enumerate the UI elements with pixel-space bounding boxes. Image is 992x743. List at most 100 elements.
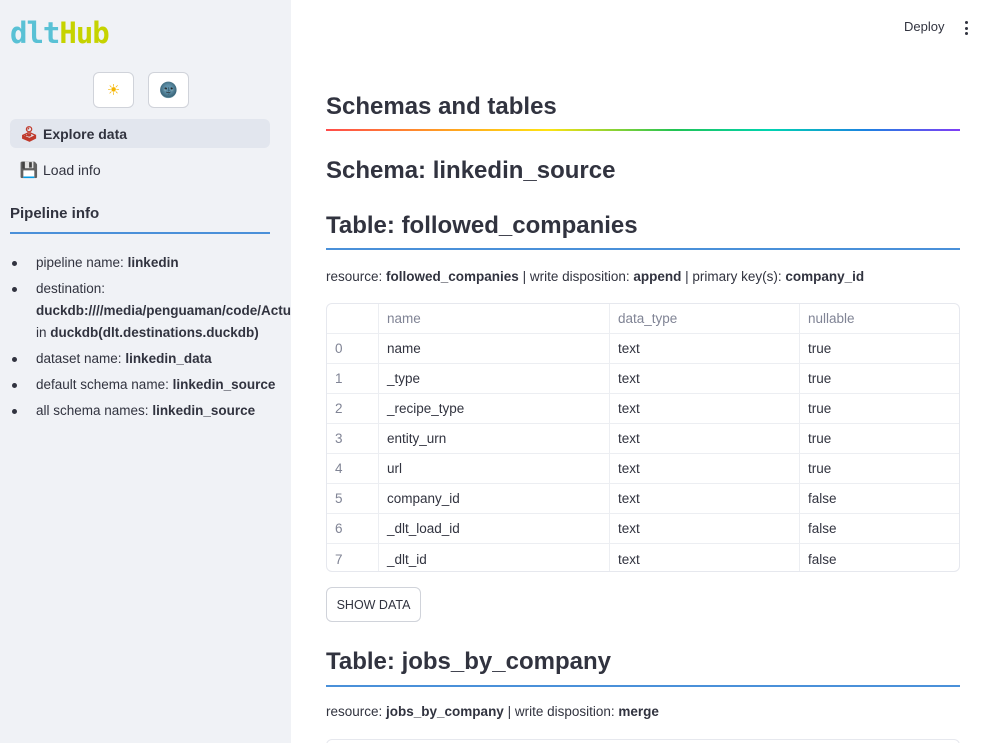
page-title: Schemas and tables: [326, 93, 557, 120]
table2-heading: Table: jobs_by_company: [326, 648, 611, 675]
row-nullable[interactable]: true: [800, 424, 959, 453]
dataset-name-label: dataset name:: [36, 351, 126, 366]
table1-meta: resource: followed_companies | write dis…: [326, 269, 864, 284]
grid-header-index[interactable]: [327, 304, 379, 333]
grid-header-name[interactable]: name: [379, 304, 610, 333]
light-mode-icon: ☀: [106, 81, 121, 99]
destination-module: duckdb(dlt.destinations.duckdb): [50, 325, 259, 340]
show-data-button[interactable]: SHOW DATA: [326, 587, 421, 622]
nav-explore-data[interactable]: 🕹 Explore data: [10, 119, 270, 148]
row-name[interactable]: company_id: [379, 484, 610, 513]
table-row: 3 entity_urn text true: [327, 424, 959, 454]
row-data-type[interactable]: text: [610, 484, 800, 513]
sidebar: dlt Hub ☀ 🌚 🕹 Explore data 💾 Load info P…: [0, 0, 291, 743]
row-data-type[interactable]: text: [610, 364, 800, 393]
row-data-type[interactable]: text: [610, 334, 800, 363]
destination-in-label: in: [36, 325, 51, 340]
table2-schema-grid[interactable]: [326, 739, 960, 743]
title-divider: [326, 129, 960, 131]
row-name[interactable]: _dlt_load_id: [379, 514, 610, 543]
row-name[interactable]: entity_urn: [379, 424, 610, 453]
table1-resource: followed_companies: [386, 269, 519, 284]
row-name[interactable]: url: [379, 454, 610, 483]
row-nullable[interactable]: true: [800, 394, 959, 423]
row-data-type[interactable]: text: [610, 514, 800, 543]
table-row: 6 _dlt_load_id text false: [327, 514, 959, 544]
light-mode-button[interactable]: ☀: [93, 72, 134, 108]
table1-divider: [326, 248, 960, 250]
dark-mode-icon: 🌚: [159, 81, 178, 99]
row-nullable[interactable]: false: [800, 484, 959, 513]
default-schema-label: default schema name:: [36, 377, 173, 392]
row-name[interactable]: name: [379, 334, 610, 363]
default-schema-item: default schema name: linkedin_source: [10, 374, 291, 396]
logo-part-hub: Hub: [59, 16, 109, 50]
grid-header-data-type[interactable]: data_type: [610, 304, 800, 333]
all-schema-label: all schema names:: [36, 403, 153, 418]
row-name[interactable]: _type: [379, 364, 610, 393]
table1-sep2: | primary key(s):: [681, 269, 786, 284]
destination-label: destination:: [36, 281, 106, 296]
main-menu-icon[interactable]: [960, 19, 972, 37]
default-schema-value: linkedin_source: [172, 377, 276, 392]
table-row: 7 _dlt_id text false: [327, 544, 959, 571]
nav-load-info[interactable]: 💾 Load info: [10, 155, 270, 184]
row-nullable[interactable]: true: [800, 454, 959, 483]
table2-write-disposition: merge: [618, 704, 659, 719]
row-index: 7: [327, 544, 379, 571]
pipeline-name-item: pipeline name: linkedin: [10, 252, 291, 274]
joystick-icon: 🕹: [19, 124, 39, 143]
theme-switcher: ☀ 🌚: [93, 72, 189, 108]
row-nullable[interactable]: true: [800, 334, 959, 363]
row-index: 6: [327, 514, 379, 543]
row-data-type[interactable]: text: [610, 424, 800, 453]
destination-item: destination: duckdb:////media/penguaman/…: [10, 278, 291, 344]
table-row: 5 company_id text false: [327, 484, 959, 514]
table2-meta: resource: jobs_by_company | write dispos…: [326, 704, 659, 719]
table2-divider: [326, 685, 960, 687]
grid-header-row: name data_type nullable: [327, 304, 959, 334]
floppy-disk-icon: 💾: [19, 160, 39, 179]
row-name[interactable]: _recipe_type: [379, 394, 610, 423]
table1-schema-grid[interactable]: name data_type nullable 0 name text true…: [326, 303, 960, 572]
nav-load-info-label: Load info: [43, 161, 101, 178]
row-data-type[interactable]: text: [610, 394, 800, 423]
grid-header-nullable[interactable]: nullable: [800, 304, 959, 333]
table-row: 4 url text true: [327, 454, 959, 484]
row-data-type[interactable]: text: [610, 544, 800, 571]
destination-value: duckdb:////media/penguaman/code/ActualCo…: [36, 303, 291, 318]
row-nullable[interactable]: false: [800, 544, 959, 571]
row-nullable[interactable]: false: [800, 514, 959, 543]
row-index: 5: [327, 484, 379, 513]
pipeline-info-title: Pipeline info: [10, 205, 270, 234]
pipeline-name-value: linkedin: [127, 255, 179, 270]
table2-sep1: | write disposition:: [503, 704, 619, 719]
table1-primary-key: company_id: [785, 269, 865, 284]
row-index: 3: [327, 424, 379, 453]
deploy-button[interactable]: Deploy: [904, 19, 944, 34]
row-index: 2: [327, 394, 379, 423]
schema-heading: Schema: linkedin_source: [326, 157, 616, 184]
pipeline-info-list: pipeline name: linkedin destination: duc…: [10, 252, 291, 426]
dark-mode-button[interactable]: 🌚: [148, 72, 189, 108]
logo-part-dlt: dlt: [10, 16, 60, 50]
all-schema-value: linkedin_source: [152, 403, 256, 418]
row-index: 4: [327, 454, 379, 483]
table-row: 1 _type text true: [327, 364, 959, 394]
table-row: 0 name text true: [327, 334, 959, 364]
table1-write-disposition: append: [633, 269, 682, 284]
row-index: 1: [327, 364, 379, 393]
row-nullable[interactable]: true: [800, 364, 959, 393]
all-schema-item: all schema names: linkedin_source: [10, 400, 291, 422]
pipeline-name-label: pipeline name:: [36, 255, 128, 270]
dlthub-logo: dlt Hub: [10, 16, 110, 50]
row-name[interactable]: _dlt_id: [379, 544, 610, 571]
dataset-name-item: dataset name: linkedin_data: [10, 348, 291, 370]
table1-sep1: | write disposition:: [518, 269, 634, 284]
table1-resource-label: resource:: [326, 269, 387, 284]
row-index: 0: [327, 334, 379, 363]
table1-heading: Table: followed_companies: [326, 212, 638, 239]
nav-explore-data-label: Explore data: [43, 125, 128, 142]
table2-resource: jobs_by_company: [386, 704, 504, 719]
row-data-type[interactable]: text: [610, 454, 800, 483]
